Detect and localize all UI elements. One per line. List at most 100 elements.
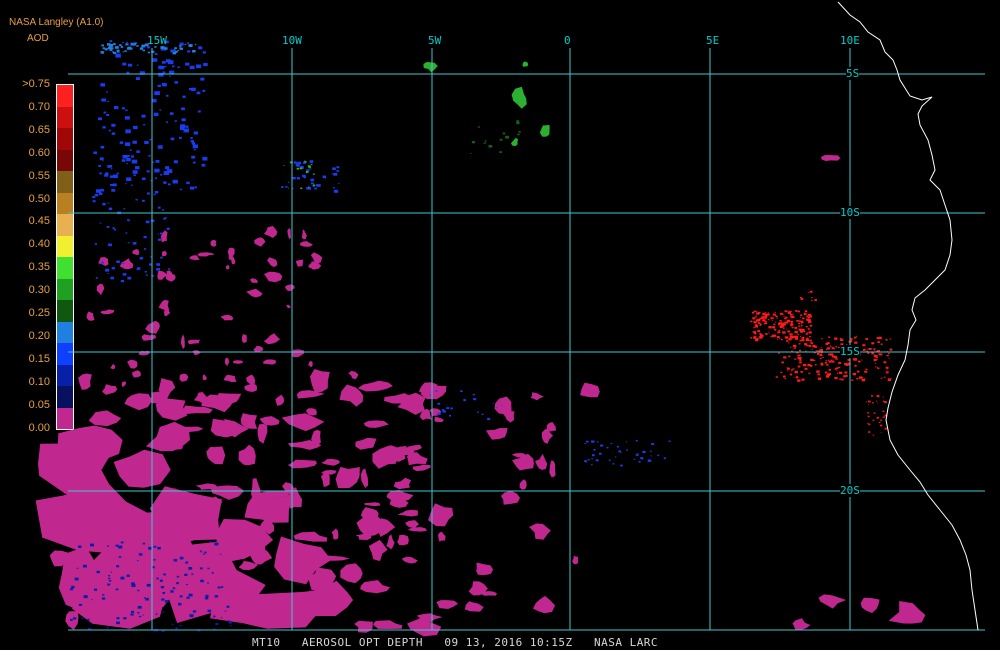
aod-low-speckle [137,560,139,562]
aod-low-speckle [120,279,125,283]
aod-plume [161,251,167,257]
aod-low-speckle [122,267,124,269]
aod-low-speckle [189,614,194,618]
aod-low-speckle [191,87,196,91]
aod-low-speckle [618,450,621,453]
aod-low-speckle [185,62,190,66]
aod-high-speckle [885,339,888,341]
aod-plume [549,460,556,478]
aod-high-speckle [878,421,881,423]
aod-plume [232,360,244,364]
aod-high-speckle [767,319,770,321]
aod-plume [348,370,359,380]
aod-low-speckle [185,125,189,128]
aod-low-speckle [477,411,479,413]
aod-high-speckle [779,320,781,321]
aod-moderate-speckle [308,168,310,170]
aod-high-speckle [816,352,820,355]
aod-low-speckle [110,168,113,170]
aod-high-speckle [844,371,848,374]
aod-low-speckle [156,268,161,271]
aod-high-speckle [880,343,883,345]
aod-plume [187,339,201,345]
aod-low-speckle [166,95,169,97]
aod-high-speckle [882,410,884,412]
aod-low-speckle [153,559,156,561]
aod-low-speckle [110,184,113,186]
aod-low-speckle [96,570,100,574]
aod-low-speckle [137,589,140,592]
aod-plume [121,381,126,388]
aod-high-speckle [799,356,802,359]
aod-low-speckle [107,545,109,547]
aod-high-speckle [789,373,793,376]
aod-high-speckle [889,338,892,340]
aod-low-speckle [186,181,190,185]
aod-low-speckle [214,595,219,598]
aod-low-speckle [463,399,466,401]
aod-low-speckle [152,58,158,62]
aod-high-speckle [755,324,758,326]
aod-low-speckle [188,44,193,47]
aod-plume [250,278,258,284]
aod-low-speckle [192,144,198,149]
aod-high-speckle [789,316,792,318]
latitude-label: 20S [840,484,860,497]
aod-plume [246,374,255,386]
aod-low-speckle [122,62,127,66]
aod-low-speckle [157,145,163,149]
aod-low-speckle [179,556,184,560]
aod-low-speckle [610,443,613,445]
aod-high-speckle [834,368,837,370]
aod-high-speckle [805,325,808,328]
aod-moderate-speckle [296,167,300,170]
aod-low-speckle [70,588,74,591]
aod-low-speckle [72,617,77,620]
aod-low-speckle [202,156,208,161]
aod-low-speckle [333,172,338,176]
aod-low-speckle [191,573,194,575]
aod-high-speckle [759,323,762,326]
aod-high-speckle [878,337,882,340]
aod-low-speckle [115,46,119,49]
aod-low-speckle [496,407,498,409]
aod-low-speckle [165,166,170,170]
aod-low-speckle [76,567,79,569]
aod-high-speckle [755,338,759,341]
aod-low-speckle [116,172,119,175]
aod-low-speckle [122,273,127,276]
aod-plume [393,477,412,490]
aod-low-speckle [592,454,595,457]
aod-low-speckle [121,107,125,110]
aod-low-speckle [625,441,628,443]
aod-high-speckle [828,360,832,363]
aod-low-speckle [109,48,113,51]
aod-moderate-speckle [518,131,521,133]
aod-low-speckle [158,72,164,77]
aod-low-speckle [126,163,128,165]
aod-plume [364,502,381,507]
aod-low-speckle [135,77,140,80]
aod-high-speckle [783,356,787,359]
aod-plume [434,416,444,423]
aod-low-speckle [217,586,221,589]
aod-low-speckle [147,51,151,54]
aod-low-speckle [651,443,655,446]
aod-low-speckle [100,188,104,191]
aod-low-speckle [112,51,114,53]
aod-plume [519,479,527,490]
aod-low-speckle [204,551,207,554]
aod-plume [405,520,419,529]
aod-high-speckle [755,316,757,318]
aod-high-speckle [810,342,813,344]
aod-high-speckle [790,346,792,348]
aod-low-speckle [162,83,167,87]
aod-low-speckle [112,43,116,45]
aod-plume [113,449,171,488]
aod-high-speckle [784,310,788,313]
aod-low-speckle [159,109,162,111]
aod-plume [535,453,548,470]
aod-high-speckle [797,365,801,368]
aod-low-speckle [199,567,203,570]
aod-low-speckle [74,577,79,581]
